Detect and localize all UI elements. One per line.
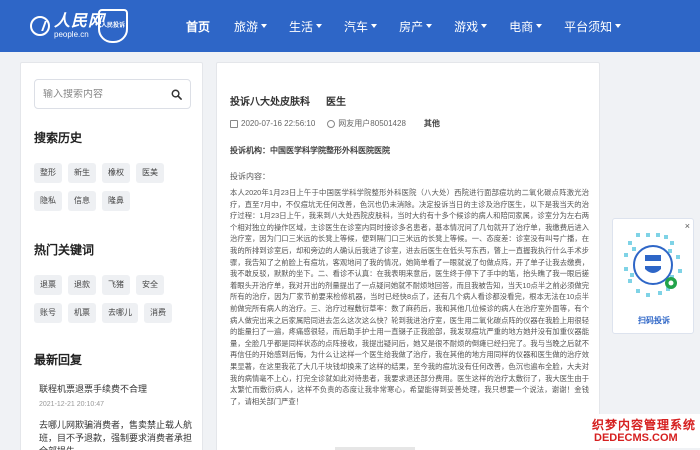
complaint-badge-text: 人民投诉 <box>100 21 125 31</box>
main-nav: 首页 旅游 生活 汽车 房产 游戏 电商 平台须知 <box>186 0 643 52</box>
hot-keyword-tag[interactable]: 飞猪 <box>102 275 130 295</box>
hot-keyword-tag[interactable]: 退票 <box>34 275 62 295</box>
people-logo-icon <box>30 16 50 36</box>
hot-keyword-tag[interactable]: 消费 <box>144 303 172 323</box>
dedecms-watermark: 织梦内容管理系统 DEDECMS.COM <box>590 414 700 448</box>
institution-label: 投诉机构： <box>230 146 270 155</box>
search-input[interactable] <box>43 88 168 100</box>
recent-reply-item[interactable]: 联程机票退票手续费不合理 2021-12-21 20:10:47 <box>39 383 199 408</box>
calendar-icon <box>230 119 238 128</box>
content-label: 投诉内容： <box>230 172 270 181</box>
complaint-title-text: 投诉八大处皮肤科 <box>230 97 310 108</box>
complaint-content: 本人2020年1月23日上午于中国医学科学院整形外科医院（八大处）西院进行面部痘… <box>230 187 589 407</box>
chevron-down-icon <box>536 24 543 28</box>
hot-keyword-tag[interactable]: 退款 <box>68 275 96 295</box>
complaint-detail: 投诉八大处皮肤科 医生 2020-07-16 22:56:10 网友用户80501… <box>216 62 600 450</box>
nav-item-platform-rules[interactable]: 平台须知 <box>564 18 622 35</box>
chevron-down-icon <box>316 24 323 28</box>
search-history-title: 搜索历史 <box>34 131 83 145</box>
nav-item-home[interactable]: 首页 <box>186 18 210 35</box>
hot-keyword-tag[interactable]: 账号 <box>34 303 62 323</box>
hot-keyword-tag[interactable]: 机票 <box>68 303 96 323</box>
recent-reply-title[interactable]: 去哪儿网欺骗消费者，售卖禁止载人航班，目不予退款，强制要求消费者承担全部损失 <box>39 419 199 450</box>
chevron-down-icon <box>426 24 433 28</box>
close-icon[interactable]: × <box>685 221 690 231</box>
complaint-institution: 投诉机构：中国医学科学院整形外科医院医院 <box>230 145 390 156</box>
history-tag[interactable]: 隐私 <box>34 191 62 211</box>
qr-complaint-widget[interactable]: × 扫码投诉 <box>612 218 694 334</box>
chevron-down-icon <box>371 24 378 28</box>
recent-reply-item[interactable]: 去哪儿网欺骗消费者，售卖禁止载人航班，目不予退款，强制要求消费者承担全部损失 <box>39 419 199 450</box>
recent-replies-title: 最新回复 <box>34 353 83 367</box>
complaint-target: 医生 <box>326 97 346 108</box>
history-tag[interactable]: 整形 <box>34 163 62 183</box>
chevron-down-icon <box>481 24 488 28</box>
search-icon[interactable] <box>171 89 182 100</box>
qr-label[interactable]: 扫码投诉 <box>613 315 695 326</box>
history-tag[interactable]: 隆鼻 <box>102 191 130 211</box>
complaint-body: 本人2020年1月23日上午于中国医学科学院整形外科医院（八大处）西院进行面部痘… <box>230 188 589 383</box>
hot-keyword-tag[interactable]: 去哪儿 <box>102 303 138 323</box>
hot-keyword-tag[interactable]: 安全 <box>136 275 164 295</box>
complaint-category: 其他 <box>423 119 440 128</box>
chevron-down-icon <box>261 24 268 28</box>
search-box <box>34 79 191 109</box>
hot-keywords-title: 热门关键词 <box>34 243 95 257</box>
nav-item-life[interactable]: 生活 <box>289 18 323 35</box>
complaint-badge-logo[interactable]: 人民投诉 <box>98 9 128 43</box>
recent-reply-title[interactable]: 联程机票退票手续费不合理 <box>39 383 199 396</box>
nav-item-realestate[interactable]: 房产 <box>399 18 433 35</box>
history-tag[interactable]: 橡权 <box>102 163 130 183</box>
history-tag[interactable]: 新生 <box>68 163 96 183</box>
hot-keyword-tags: 退票 退款 飞猪 安全 账号 机票 去哪儿 消费 <box>34 275 194 331</box>
sidebar: 搜索历史 整形 新生 橡权 医美 隐私 信息 隆鼻 热门关键词 退票 退款 飞猪… <box>20 62 203 450</box>
chevron-down-icon <box>615 24 622 28</box>
complaint-meta: 2020-07-16 22:56:10 网友用户80501428 其他 <box>230 118 440 129</box>
people-logo[interactable]: 人民网 people.cn <box>30 8 105 44</box>
complaint-user: 网友用户80501428 <box>338 119 406 128</box>
history-tag[interactable]: 信息 <box>68 191 96 211</box>
nav-item-auto[interactable]: 汽车 <box>344 18 378 35</box>
nav-item-ecommerce[interactable]: 电商 <box>509 18 543 35</box>
top-navigation-bar: 人民网 people.cn 人民投诉 首页 旅游 生活 汽车 房产 游戏 电商 … <box>0 0 700 52</box>
institution-name: 中国医学科学院整形外科医院医院 <box>270 146 390 155</box>
search-history-tags: 整形 新生 橡权 医美 隐私 信息 隆鼻 <box>34 163 194 219</box>
watermark-line-1: 织梦内容管理系统 <box>592 418 697 432</box>
nav-item-games[interactable]: 游戏 <box>454 18 488 35</box>
complaint-date: 2020-07-16 22:56:10 <box>241 119 316 128</box>
qr-code <box>624 233 682 297</box>
history-tag[interactable]: 医美 <box>136 163 164 183</box>
recent-reply-time: 2021-12-21 20:10:47 <box>39 401 104 408</box>
user-icon <box>327 119 336 128</box>
complaint-title: 投诉八大处皮肤科 医生 <box>230 93 346 108</box>
nav-item-travel[interactable]: 旅游 <box>234 18 268 35</box>
watermark-line-2: DEDECMS.COM <box>594 432 678 444</box>
